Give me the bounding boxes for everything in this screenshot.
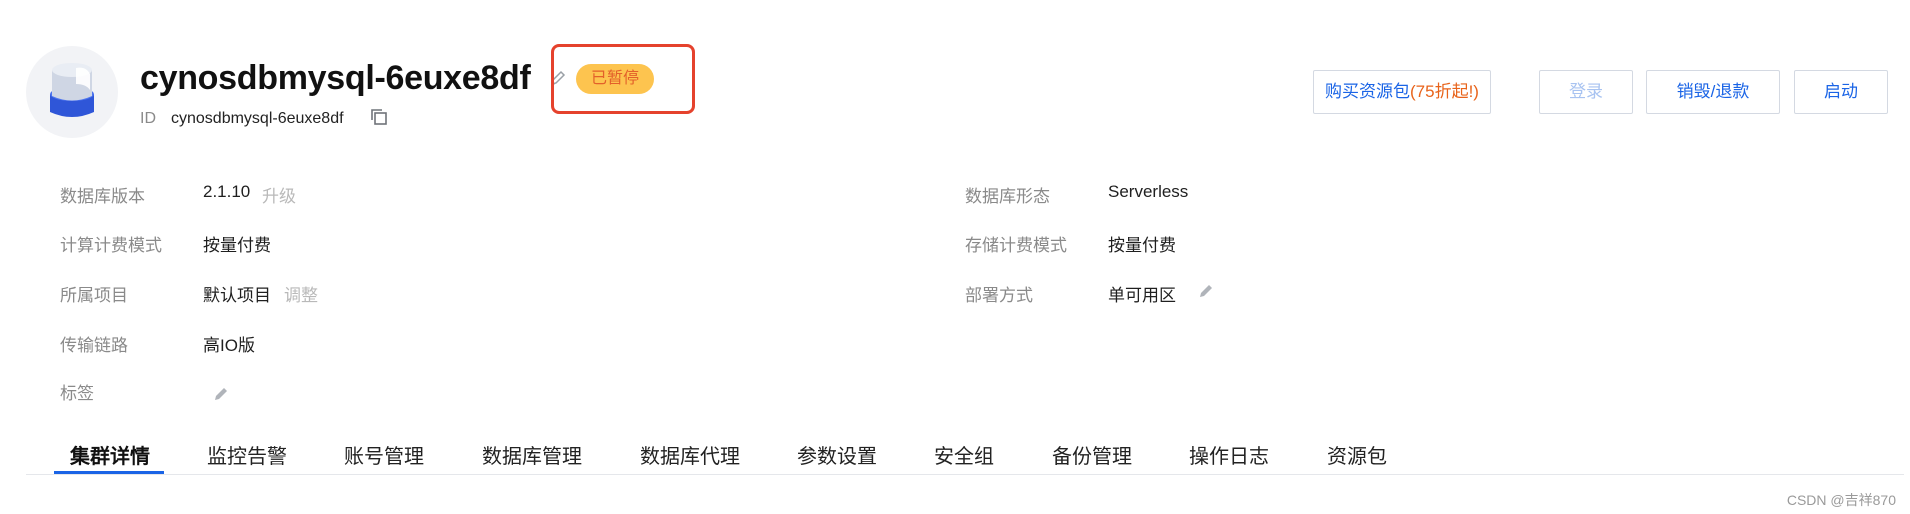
id-label: ID [140, 110, 156, 127]
destroy-refund-button[interactable]: 销毁/退款 [1646, 70, 1780, 114]
tab-cluster-details[interactable]: 集群详情 [70, 440, 150, 469]
tab-bar-divider [26, 474, 1904, 475]
storage-billing-value: 按量付费 [1108, 236, 1176, 255]
database-icon [50, 63, 94, 117]
tab-account-management[interactable]: 账号管理 [344, 440, 424, 469]
deployment-value: 单可用区 [1108, 286, 1176, 305]
buy-package-label: 购买资源包 [1325, 82, 1411, 101]
edit-tags-icon[interactable] [213, 386, 229, 407]
tags-label: 标签 [60, 384, 94, 403]
tab-security-group[interactable]: 安全组 [934, 440, 994, 469]
tab-backup-management[interactable]: 备份管理 [1052, 440, 1132, 469]
compute-billing-label: 计算计费模式 [60, 236, 162, 255]
adjust-project-link[interactable]: 调整 [284, 281, 318, 306]
transport-link-label: 传输链路 [60, 336, 128, 355]
db-form-label: 数据库形态 [965, 187, 1050, 206]
watermark: CSDN @吉祥870 [1786, 492, 1896, 508]
tab-database-management[interactable]: 数据库管理 [482, 440, 582, 469]
tab-operation-log[interactable]: 操作日志 [1189, 440, 1269, 469]
buy-package-button[interactable]: 购买资源包(75折起!) [1313, 70, 1491, 114]
tab-parameter-settings[interactable]: 参数设置 [797, 440, 877, 469]
project-label: 所属项目 [60, 286, 128, 305]
edit-deployment-icon[interactable] [1198, 283, 1214, 304]
id-value: cynosdbmysql-6euxe8df [171, 110, 344, 127]
tab-database-proxy[interactable]: 数据库代理 [640, 440, 740, 469]
db-version-value: 2.1.10 [203, 182, 251, 201]
db-version-label: 数据库版本 [60, 187, 145, 206]
project-value: 默认项目 [203, 286, 271, 305]
db-form-value: Serverless [1108, 182, 1189, 201]
upgrade-link[interactable]: 升级 [262, 182, 296, 207]
copy-icon[interactable] [370, 108, 388, 131]
deployment-label: 部署方式 [965, 286, 1033, 305]
login-button[interactable]: 登录 [1539, 70, 1633, 114]
transport-link-value: 高IO版 [203, 336, 255, 355]
page-title: cynosdbmysql-6euxe8df [140, 59, 531, 97]
tab-monitoring-alerts[interactable]: 监控告警 [207, 440, 287, 469]
start-button[interactable]: 启动 [1794, 70, 1888, 114]
tab-resource-package[interactable]: 资源包 [1327, 440, 1387, 469]
storage-billing-label: 存储计费模式 [965, 236, 1067, 255]
buy-package-promo: (75折起!) [1410, 82, 1479, 101]
compute-billing-value: 按量付费 [203, 236, 271, 255]
cluster-avatar [26, 46, 118, 138]
status-highlight-box [551, 44, 695, 114]
